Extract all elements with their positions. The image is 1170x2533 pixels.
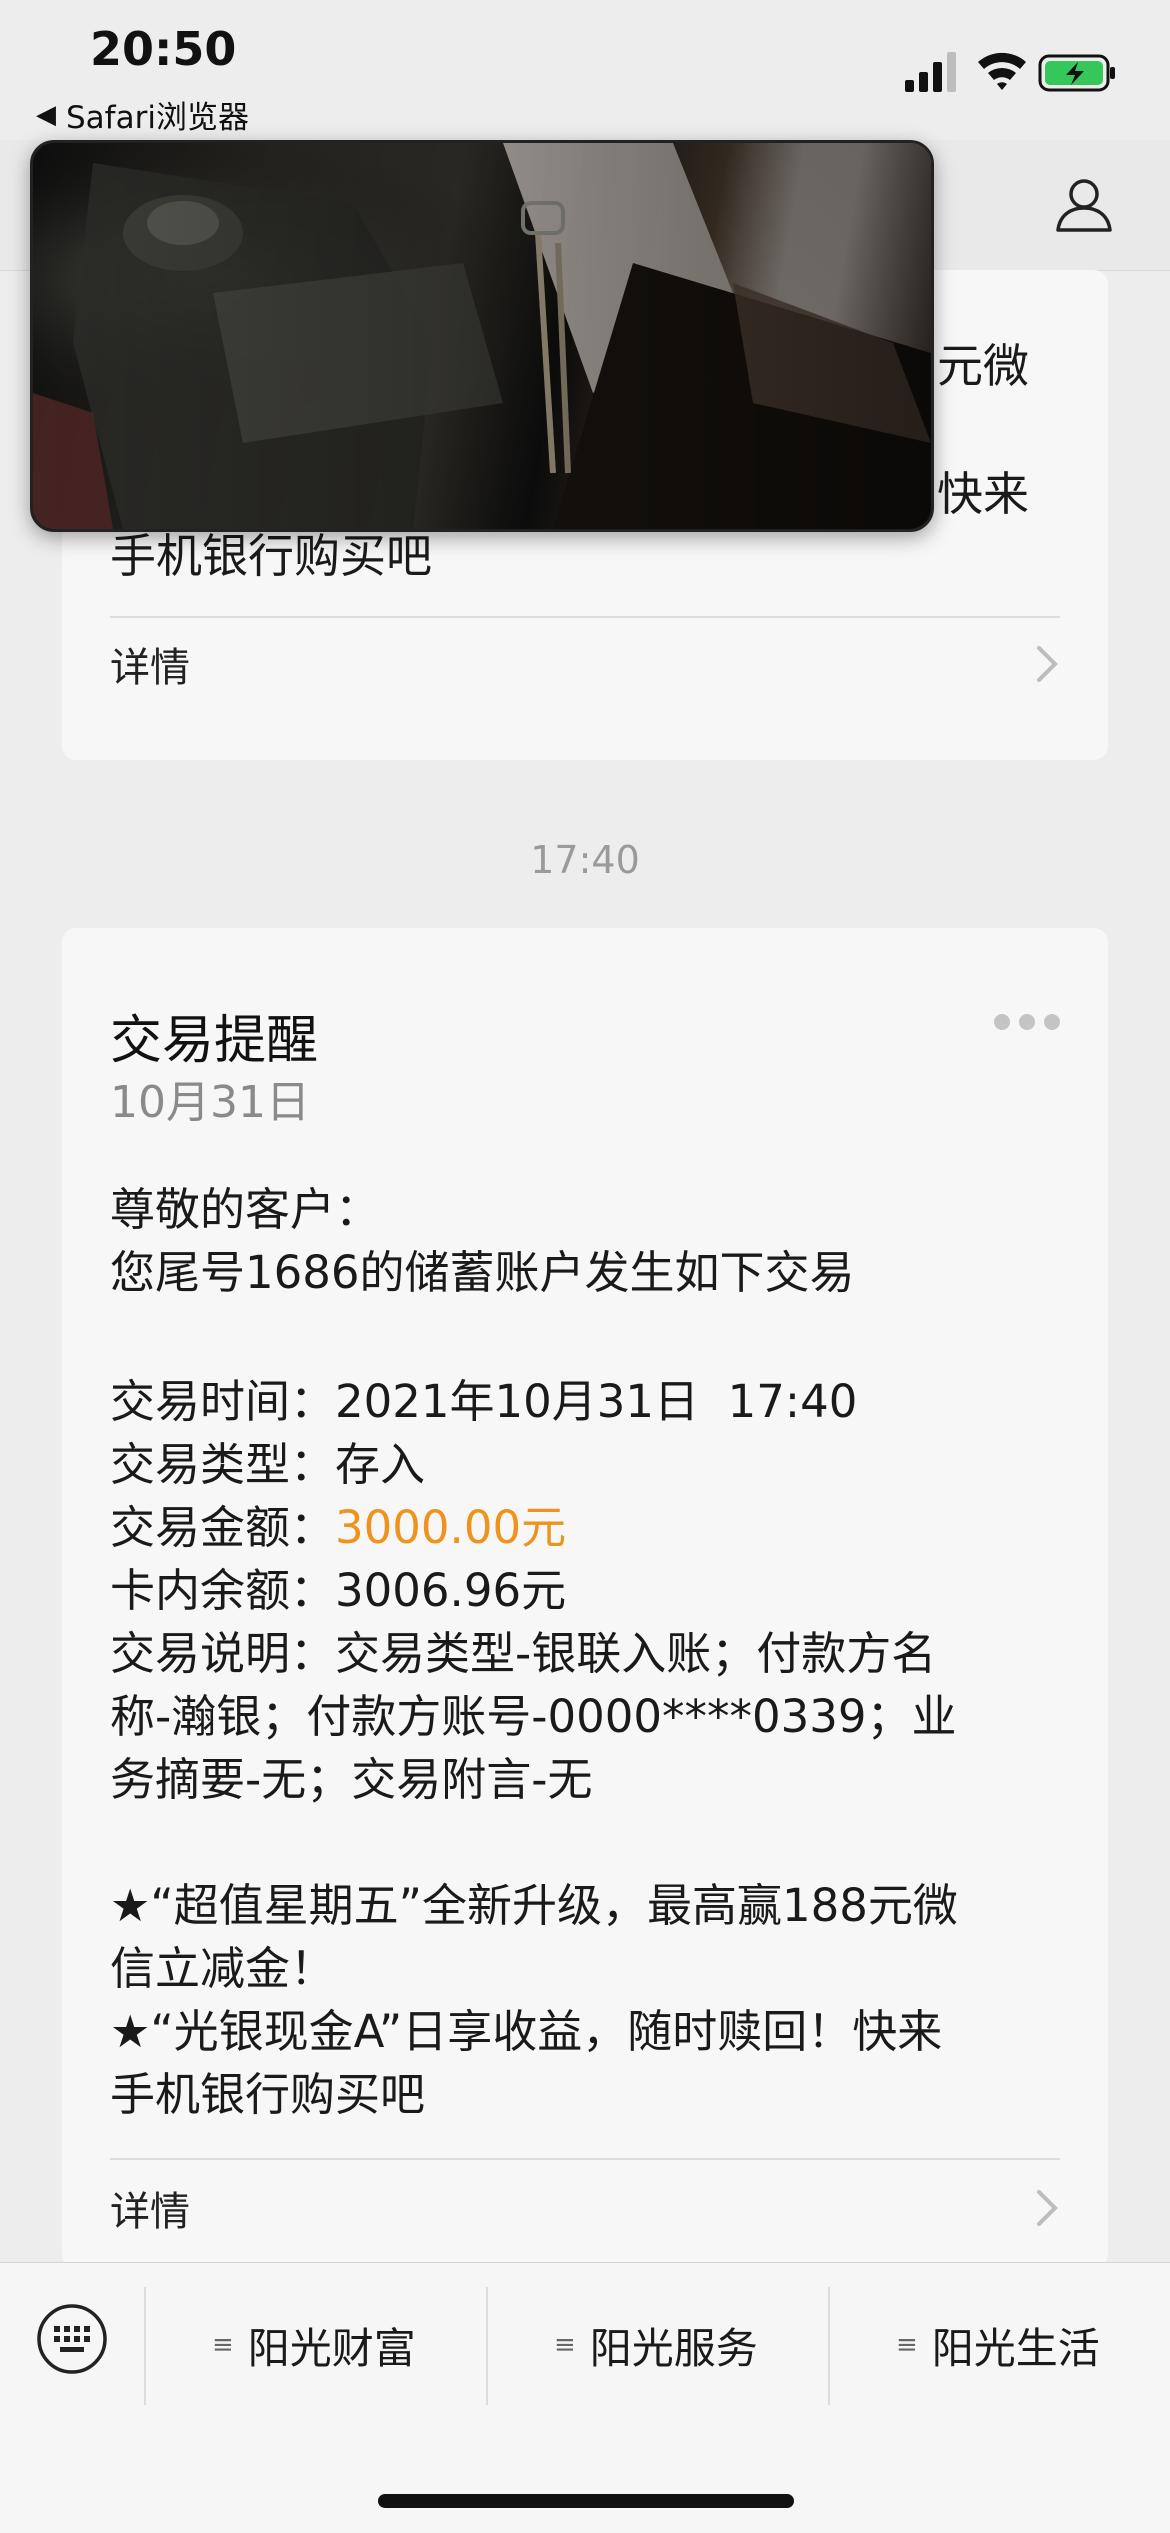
description-row: 交易说明：交易类型-银联入账；付款方名 <box>110 1622 1060 1685</box>
balance-row: 卡内余额：3006.96元 <box>110 1559 1060 1622</box>
menu-item-label: 阳光财富 <box>247 2323 416 2373</box>
transaction-time-row: 交易时间：2021年10月31日 17:40 <box>110 1370 1060 1433</box>
message-body-intro: 尊敬的客户： 您尾号1686的储蓄账户发生如下交易 <box>110 1178 1060 1304</box>
bottom-menu-bar: ≡ 阳光财富 ≡ 阳光服务 ≡ 阳光生活 <box>0 2262 1170 2533</box>
amount-value: 3000.00元 <box>335 1501 567 1554</box>
card-date: 10月31日 <box>110 1077 310 1128</box>
menu-item-service[interactable]: ≡ 阳光服务 <box>554 2315 758 2375</box>
back-to-app-link[interactable]: ◀ Safari浏览器 <box>36 92 249 137</box>
card1-partial-text-1: 元微 <box>937 339 1029 393</box>
promotions: ★“超值星期五”全新升级，最高赢188元微 信立减金！ ★“光银现金A”日享收益… <box>110 1874 1060 2126</box>
balance-label: 卡内余额： <box>110 1564 336 1617</box>
description-line-3: 务摘要-无；交易附言-无 <box>110 1753 593 1806</box>
more-options-icon[interactable] <box>992 1012 1062 1032</box>
status-time: 20:50 <box>90 22 237 76</box>
greeting-text: 尊敬的客户： <box>110 1183 381 1236</box>
status-bar: 20:50 ◀ Safari浏览器 <box>0 0 1170 140</box>
back-triangle-icon: ◀ <box>36 99 56 130</box>
amount-label: 交易金额： <box>110 1501 336 1554</box>
promo-1-line-1: ★“超值星期五”全新升级，最高赢188元微 <box>110 1879 958 1932</box>
chevron-right-icon <box>1037 2190 1058 2226</box>
description-label: 交易说明： <box>110 1627 336 1680</box>
transaction-type-row: 交易类型：存入 <box>110 1433 1060 1496</box>
menu-lines-icon: ≡ <box>896 2330 918 2360</box>
time-value: 2021年10月31日 17:40 <box>335 1375 858 1428</box>
type-value: 存入 <box>335 1438 426 1491</box>
menu-item-label: 阳光生活 <box>931 2323 1100 2373</box>
transaction-amount-row: 交易金额：3000.00元 <box>110 1496 1060 1559</box>
message-timestamp: 17:40 <box>530 838 640 882</box>
card-title: 交易提醒 <box>110 1011 319 1071</box>
menu-separator <box>828 2287 830 2405</box>
menu-item-life[interactable]: ≡ 阳光生活 <box>896 2315 1100 2375</box>
details-label: 详情 <box>110 645 190 691</box>
back-app-label: Safari浏览器 <box>66 100 249 136</box>
menu-lines-icon: ≡ <box>554 2330 576 2360</box>
battery-charging-icon <box>1038 54 1115 92</box>
menu-separator <box>144 2287 146 2405</box>
time-label: 交易时间： <box>110 1375 336 1428</box>
promo-2-line-2: 手机银行购买吧 <box>110 2068 426 2121</box>
card2-details-link[interactable]: 详情 <box>110 2168 1060 2248</box>
transaction-details: 交易时间：2021年10月31日 17:40 交易类型：存入 交易金额：3000… <box>110 1370 1060 1811</box>
promo-2-line-1: ★“光银现金A”日享收益，随时赎回！快来 <box>110 2005 943 2058</box>
menu-item-wealth[interactable]: ≡ 阳光财富 <box>212 2315 416 2375</box>
intro-text: 您尾号1686的储蓄账户发生如下交易 <box>110 1246 855 1299</box>
picture-in-picture-video[interactable] <box>30 140 934 532</box>
chevron-right-icon <box>1037 646 1058 682</box>
profile-icon[interactable] <box>1052 172 1116 236</box>
card1-details-link[interactable]: 详情 <box>110 624 1060 704</box>
card1-divider <box>110 616 1060 618</box>
balance-value: 3006.96元 <box>335 1564 567 1617</box>
menu-separator <box>486 2287 488 2405</box>
description-line-1: 交易类型-银联入账；付款方名 <box>335 1627 937 1680</box>
keyboard-toggle-icon[interactable] <box>36 2303 108 2375</box>
menu-item-label: 阳光服务 <box>589 2323 758 2373</box>
card2-divider <box>110 2158 1060 2160</box>
details-label: 详情 <box>110 2189 190 2235</box>
card1-partial-text-2: 快来 <box>937 467 1029 521</box>
transaction-notification-card: 交易提醒 10月31日 尊敬的客户： 您尾号1686的储蓄账户发生如下交易 交易… <box>62 928 1108 2268</box>
menu-lines-icon: ≡ <box>212 2330 234 2360</box>
type-label: 交易类型： <box>110 1438 336 1491</box>
cellular-signal-icon <box>905 52 956 92</box>
home-indicator[interactable] <box>378 2494 794 2508</box>
promo-1-line-2: 信立减金！ <box>110 1942 336 1995</box>
wifi-icon <box>978 52 1026 90</box>
video-frame-image <box>33 143 931 529</box>
description-line-2: 称-瀚银；付款方账号-0000****0339；业 <box>110 1690 957 1743</box>
